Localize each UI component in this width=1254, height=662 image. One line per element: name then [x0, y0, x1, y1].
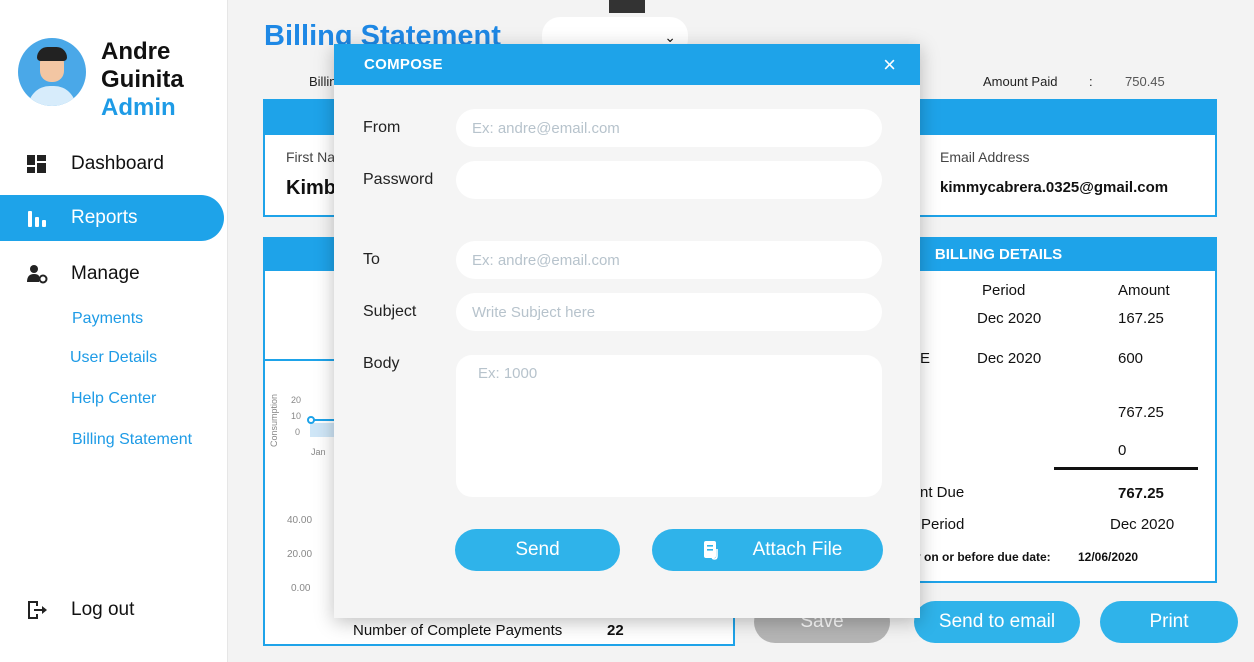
- chart-ytick-10: 10: [291, 411, 302, 421]
- row2-prefix: E: [920, 350, 931, 367]
- password-label: Password: [363, 171, 434, 188]
- nav-logout[interactable]: Log out: [0, 587, 224, 633]
- row1-period: Dec 2020: [977, 310, 1042, 327]
- billing-label: Billin: [309, 74, 337, 89]
- subject-input[interactable]: [456, 293, 882, 331]
- email-label: Email Address: [940, 149, 1030, 165]
- col-amount-label: Amount: [1118, 282, 1170, 299]
- chart-ytick-0: 0: [295, 427, 301, 437]
- body-textarea[interactable]: [456, 355, 882, 497]
- amount-paid-value: 750.45: [1125, 74, 1165, 89]
- to-input[interactable]: [456, 241, 882, 279]
- nav-manage[interactable]: Manage: [0, 251, 224, 297]
- chart-point: [307, 416, 315, 424]
- user-role: Admin: [101, 94, 176, 121]
- complete-payments-value: 22: [607, 622, 624, 639]
- attach-file-button[interactable]: Attach File: [652, 529, 883, 571]
- logout-icon: [28, 601, 47, 619]
- amount-paid-colon: :: [1089, 74, 1093, 89]
- subtotal-value: 767.25: [1118, 404, 1164, 421]
- bar-chart-icon: [28, 211, 46, 227]
- amount-due-label: nt Due: [920, 484, 965, 501]
- row2-period: Dec 2020: [977, 350, 1042, 367]
- nav-dashboard-label: Dashboard: [71, 153, 164, 174]
- row2-amount: 600: [1118, 350, 1144, 367]
- chart2-ytick-40: 40.00: [287, 515, 313, 526]
- nav-reports-label: Reports: [71, 207, 138, 228]
- zero-value: 0: [1118, 442, 1127, 459]
- compose-dialog: COMPOSE × From Password To Subject Body …: [334, 44, 920, 618]
- chart-xtick-jan: Jan: [311, 447, 326, 457]
- password-input[interactable]: [456, 161, 882, 199]
- send-button[interactable]: Send: [455, 529, 620, 571]
- first-name-label: First Na: [286, 149, 335, 165]
- sub-payments[interactable]: Payments: [72, 310, 143, 328]
- from-input[interactable]: [456, 109, 882, 147]
- user-name: Andre Guinita: [101, 38, 184, 93]
- sub-help-center[interactable]: Help Center: [71, 390, 156, 408]
- top-handle: [609, 0, 645, 13]
- period-value: Dec 2020: [1110, 516, 1175, 533]
- send-to-email-button[interactable]: Send to email: [914, 601, 1080, 643]
- attach-file-icon: [704, 541, 718, 560]
- dashboard-icon: [27, 155, 46, 173]
- first-name-value: Kimb: [286, 177, 336, 199]
- chart2-ytick-20: 20.00: [287, 549, 313, 560]
- to-label: To: [363, 251, 380, 268]
- sub-billing-statement[interactable]: Billing Statement: [72, 431, 192, 449]
- period-label: Period: [921, 516, 965, 533]
- chart-ylabel: Consumption: [269, 393, 279, 447]
- send-button-label: Send: [515, 539, 560, 560]
- nav-logout-label: Log out: [71, 599, 135, 620]
- sidebar: Andre Guinita Admin Dashboard Reports Ma…: [0, 0, 228, 662]
- email-value: kimmycabrera.0325@gmail.com: [940, 179, 1169, 196]
- nav-manage-label: Manage: [71, 263, 140, 284]
- nav-reports[interactable]: Reports: [0, 195, 224, 241]
- col-period-label: Period: [982, 282, 1026, 299]
- attach-file-label: Attach File: [752, 539, 843, 560]
- chart2-ytick-0: 0.00: [291, 583, 311, 594]
- compose-header: COMPOSE ×: [334, 44, 920, 85]
- close-icon[interactable]: ×: [883, 52, 896, 78]
- amount-paid-label: Amount Paid: [983, 74, 1058, 89]
- body-label: Body: [363, 355, 400, 372]
- sub-user-details[interactable]: User Details: [70, 349, 157, 367]
- complete-payments-label: Number of Complete Payments: [353, 622, 563, 639]
- chart-ytick-20: 20: [291, 395, 302, 405]
- from-label: From: [363, 119, 401, 136]
- due-note: y on or before due date:: [914, 550, 1051, 564]
- subject-label: Subject: [363, 303, 417, 320]
- nav-dashboard[interactable]: Dashboard: [0, 141, 224, 187]
- amount-due-value: 767.25: [1118, 485, 1164, 502]
- user-gear-icon: [27, 265, 48, 284]
- due-date: 12/06/2020: [1078, 550, 1139, 564]
- avatar: [18, 38, 86, 106]
- print-button[interactable]: Print: [1100, 601, 1238, 643]
- total-divider: [1054, 467, 1198, 470]
- row1-amount: 167.25: [1118, 310, 1164, 327]
- compose-title: COMPOSE: [364, 56, 443, 73]
